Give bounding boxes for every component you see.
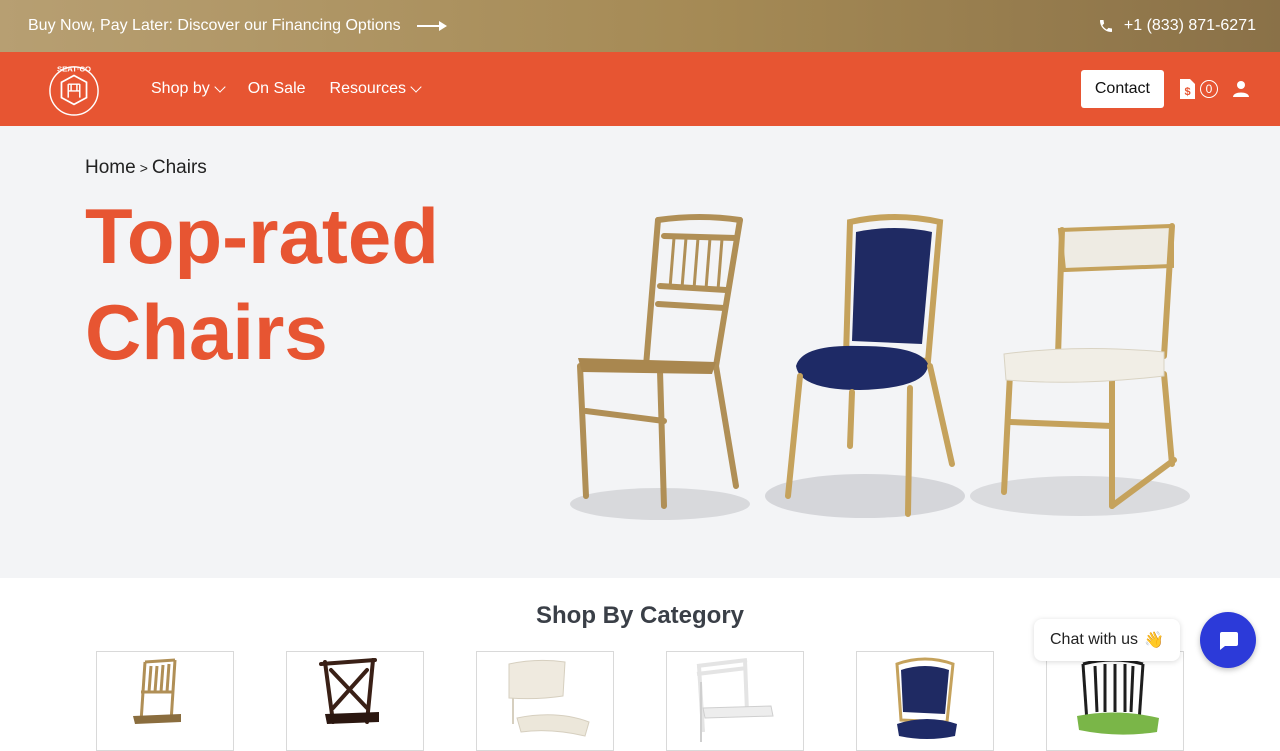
category-card[interactable] [1046,651,1184,751]
category-card[interactable] [476,651,614,751]
chat-launcher-button[interactable] [1200,612,1256,668]
nav-actions: Contact $ 0 [1080,70,1250,108]
category-card[interactable] [666,651,804,751]
nav-item-shop-by[interactable]: Shop by [151,80,226,98]
phone-number[interactable]: +1 (833) 871-6271 [1124,17,1256,35]
chevron-down-icon [214,81,226,93]
category-list [96,651,1184,751]
nav-item-label: Resources [329,80,407,97]
category-card[interactable] [96,651,234,751]
nav-item-on-sale[interactable]: On Sale [248,80,306,98]
quote-document-icon: $ [1180,79,1195,99]
seatco-logo[interactable]: SEAT·CO [48,57,100,121]
nav-menu: Shop by On Sale Resources [151,80,422,98]
breadcrumb-separator: > [139,160,148,176]
banquet-chair-thumbnail [895,657,957,739]
breadcrumb: Home > Chairs [85,157,207,179]
green-seat-chair-thumbnail [1077,658,1159,735]
financing-link[interactable]: Buy Now, Pay Later: Discover our Financi… [28,17,449,35]
promo-bar: Buy Now, Pay Later: Discover our Financi… [0,0,1280,52]
main-nav: SEAT·CO Shop by On Sale Resources Contac… [0,52,1280,126]
phone-link[interactable]: +1 (833) 871-6271 [1098,17,1256,35]
arrow-right-icon [416,21,449,31]
hero-chairs-image [570,214,1190,520]
category-card[interactable] [286,651,424,751]
nav-item-label: Shop by [151,80,210,97]
logo-emblem: SEAT·CO [49,65,99,116]
quote-cart-button[interactable]: $ 0 [1178,78,1218,100]
category-card[interactable] [856,651,994,751]
white-padded-chair-thumbnail [508,659,590,737]
nav-item-resources[interactable]: Resources [329,80,422,98]
quote-count-badge: 0 [1200,80,1218,98]
logo-text: SEAT·CO [57,65,91,74]
phone-icon [1099,20,1112,32]
breadcrumb-current: Chairs [151,157,207,178]
chat-icon [1220,632,1238,650]
chevron-down-icon [410,81,422,93]
nav-item-label: On Sale [247,80,306,97]
page-title: Top-rated Chairs [85,192,439,376]
promo-text[interactable]: Buy Now, Pay Later: Discover our Financi… [28,17,401,35]
chiavari-chair-thumbnail [133,658,181,724]
user-icon[interactable] [1232,80,1250,98]
white-folding-chair-thumbnail [696,658,774,742]
wave-icon: 👋 [1144,632,1164,649]
chat-prompt[interactable]: Chat with us 👋 [1034,619,1180,661]
contact-button[interactable]: Contact [1080,70,1164,108]
hero-section: Home > Chairs Top-rated Chairs [0,126,1280,578]
chat-label: Chat with us [1050,631,1139,648]
breadcrumb-home[interactable]: Home [85,157,136,178]
crossback-chair-thumbnail [319,658,379,724]
svg-text:$: $ [1184,86,1190,98]
